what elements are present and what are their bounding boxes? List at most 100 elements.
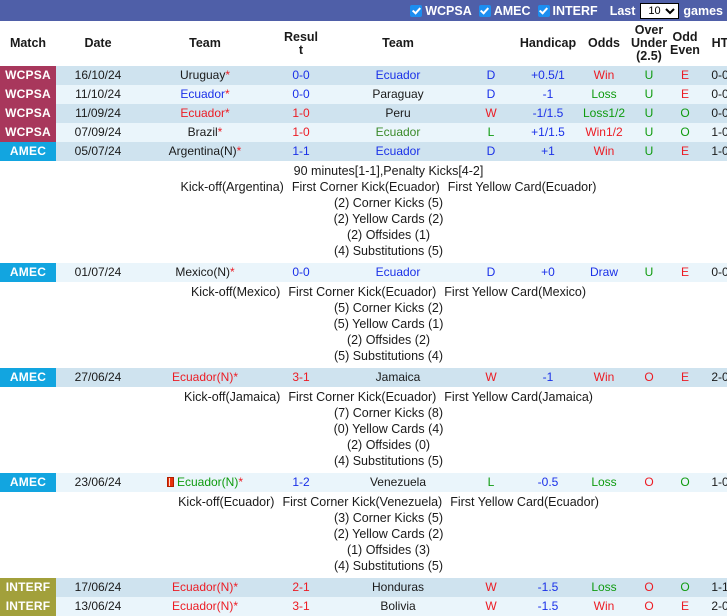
match-score-text: 0-0 xyxy=(292,68,310,82)
detail-first-corner: First Corner Kick(Ecuador) xyxy=(291,180,440,194)
home-team-star: * xyxy=(233,370,239,384)
home-team-cell[interactable]: Ecuador(N)* xyxy=(140,578,270,597)
competition-badge[interactable]: WCPSA xyxy=(0,123,56,142)
column-header-odds: Odds xyxy=(578,21,630,66)
result-wdl: L xyxy=(464,123,518,142)
table-row[interactable]: AMEC 01/07/24 Mexico(N)* 0-0 Ecuador D +0 Draw U… xyxy=(0,263,727,282)
detail-kickoff: Kick-off(Ecuador) xyxy=(178,495,275,509)
competition-badge[interactable]: AMEC xyxy=(0,263,56,282)
filter-checkbox-label: AMEC xyxy=(493,3,531,18)
table-row[interactable]: WCPSA 07/09/24 Brazil* 1-0 Ecuador L +1/1.5 Win… xyxy=(0,123,727,142)
competition-badge[interactable]: INTERF xyxy=(0,597,56,616)
handicap-value: +0.5/1 xyxy=(518,66,578,85)
result-wdl: W xyxy=(464,578,518,597)
match-score-text: 0-0 xyxy=(292,265,310,279)
match-score: 1-2 xyxy=(270,473,332,492)
table-row[interactable]: AMEC 27/06/24 Ecuador(N)* 3-1 Jamaica W -1 Win O… xyxy=(0,368,727,387)
detail-stat-line: (2) Corner Kicks (5) xyxy=(333,196,444,210)
away-team-name-text: Ecuador xyxy=(375,265,421,279)
filter-checkbox-interf[interactable]: INTERF xyxy=(537,4,598,18)
check-icon[interactable] xyxy=(410,4,423,17)
detail-kickoff: Kick-off(Mexico) xyxy=(190,285,281,299)
column-header-ht: HT xyxy=(702,21,727,66)
competition-badge[interactable]: AMEC xyxy=(0,368,56,387)
table-row[interactable]: WCPSA 11/10/24 Ecuador* 0-0 Paraguay D -1 Loss U… xyxy=(0,85,727,104)
handicap-value-text: -1.5 xyxy=(537,599,559,613)
detail-extra-time: 90 minutes[1-1],Penalty Kicks[4-2] xyxy=(293,164,484,178)
match-score-text: 1-0 xyxy=(292,125,310,139)
competition-badge[interactable]: WCPSA xyxy=(0,104,56,123)
competition-badge[interactable]: WCPSA xyxy=(0,66,56,85)
detail-stat-line: (2) Offsides (1) xyxy=(346,228,431,242)
home-team-name: Argentina(N) xyxy=(168,144,237,158)
home-team-cell[interactable]: Mexico(N)* xyxy=(140,263,270,282)
home-team-cell[interactable]: Ecuador(N)* xyxy=(140,368,270,387)
match-detail-cell: Kick-off(Jamaica) First Corner Kick(Ecuad… xyxy=(0,387,727,473)
table-row[interactable]: AMEC 23/06/24 Ecuador(N)* 1-2 Venezuela L -0.5… xyxy=(0,473,727,492)
match-date: 27/06/24 xyxy=(56,368,140,387)
match-date-text: 11/10/24 xyxy=(75,87,121,101)
filter-checkbox-wcpsa[interactable]: WCPSA xyxy=(410,4,472,18)
away-team-name: Ecuador xyxy=(332,66,464,85)
halftime-score: 2-0 xyxy=(702,597,727,616)
handicap-value: +1/1.5 xyxy=(518,123,578,142)
result-wdl: D xyxy=(464,263,518,282)
table-row[interactable]: AMEC 05/07/24 Argentina(N)* 1-1 Ecuador D +1 Wi… xyxy=(0,142,727,161)
home-team-cell[interactable]: Ecuador* xyxy=(140,104,270,123)
table-row[interactable]: INTERF 13/06/24 Ecuador(N)* 3-1 Bolivia W -1.5… xyxy=(0,597,727,616)
handicap-value-text: -1/1.5 xyxy=(532,106,564,120)
detail-stat-line: (4) Substitutions (5) xyxy=(333,454,444,468)
result-wdl-text: W xyxy=(485,599,497,613)
odd-even-text: E xyxy=(680,87,689,101)
odds-result: Loss xyxy=(578,473,630,492)
check-icon[interactable] xyxy=(537,4,550,17)
halftime-score-text: 0-0 xyxy=(711,68,727,82)
match-score: 1-0 xyxy=(270,104,332,123)
table-row[interactable]: WCPSA 16/10/24 Uruguay* 0-0 Ecuador D +0.5/1 Wi… xyxy=(0,66,727,85)
column-header-odd-even: Odd Even xyxy=(668,21,702,66)
competition-badge[interactable]: AMEC xyxy=(0,142,56,161)
table-row[interactable]: WCPSA 11/09/24 Ecuador* 1-0 Peru W -1/1.5 Loss1… xyxy=(0,104,727,123)
games-count-select[interactable]: 510203050 xyxy=(640,2,680,19)
detail-stat-line: (5) Yellow Cards (1) xyxy=(333,317,444,331)
oddeven-line1: Odd xyxy=(672,29,698,44)
over-under-25: U xyxy=(630,66,668,85)
over-under-25-text: U xyxy=(644,265,654,279)
halftime-score: 0-0 xyxy=(702,85,727,104)
table-row[interactable]: INTERF 17/06/24 Ecuador(N)* 2-1 Honduras W -1.… xyxy=(0,578,727,597)
home-team-cell[interactable]: Ecuador(N)* xyxy=(140,473,270,492)
match-detail-block: 90 minutes[1-1],Penalty Kicks[4-2] Kick-o… xyxy=(0,161,727,263)
check-icon[interactable] xyxy=(478,4,491,17)
home-team-name: Ecuador(N) xyxy=(171,370,234,384)
match-date: 01/07/24 xyxy=(56,263,140,282)
halftime-score-text: 0-0 xyxy=(711,106,727,120)
home-team-cell[interactable]: Ecuador* xyxy=(140,85,270,104)
odds-result-text: Draw xyxy=(589,265,618,279)
home-team-cell[interactable]: Uruguay* xyxy=(140,66,270,85)
competition-badge[interactable]: AMEC xyxy=(0,473,56,492)
competition-badge[interactable]: INTERF xyxy=(0,578,56,597)
match-detail-cell: Kick-off(Mexico) First Corner Kick(Ecuado… xyxy=(0,282,727,368)
odd-even: E xyxy=(668,263,702,282)
match-date-text: 07/09/24 xyxy=(74,125,122,139)
competition-badge[interactable]: WCPSA xyxy=(0,85,56,104)
halftime-score: 0-0 xyxy=(702,104,727,123)
home-team-cell[interactable]: Ecuador(N)* xyxy=(140,597,270,616)
column-header-match: Match xyxy=(0,21,56,66)
result-wdl-text: W xyxy=(485,580,497,594)
handicap-value: -1.5 xyxy=(518,578,578,597)
home-team-cell[interactable]: Argentina(N)* xyxy=(140,142,270,161)
match-date: 23/06/24 xyxy=(56,473,140,492)
handicap-value-text: -1 xyxy=(542,87,554,101)
away-team-name: Paraguay xyxy=(332,85,464,104)
filter-checkbox-amec[interactable]: AMEC xyxy=(478,3,531,18)
away-team-name: Ecuador xyxy=(332,263,464,282)
match-detail-row: Kick-off(Jamaica) First Corner Kick(Ecuad… xyxy=(0,387,727,473)
match-date-text: 17/06/24 xyxy=(74,580,122,594)
handicap-value: -1 xyxy=(518,368,578,387)
odd-even: O xyxy=(668,473,702,492)
result-wdl-text: D xyxy=(486,87,496,101)
home-team-cell[interactable]: Brazil* xyxy=(140,123,270,142)
result-wdl: D xyxy=(464,85,518,104)
handicap-value-text: +1/1.5 xyxy=(531,125,565,139)
